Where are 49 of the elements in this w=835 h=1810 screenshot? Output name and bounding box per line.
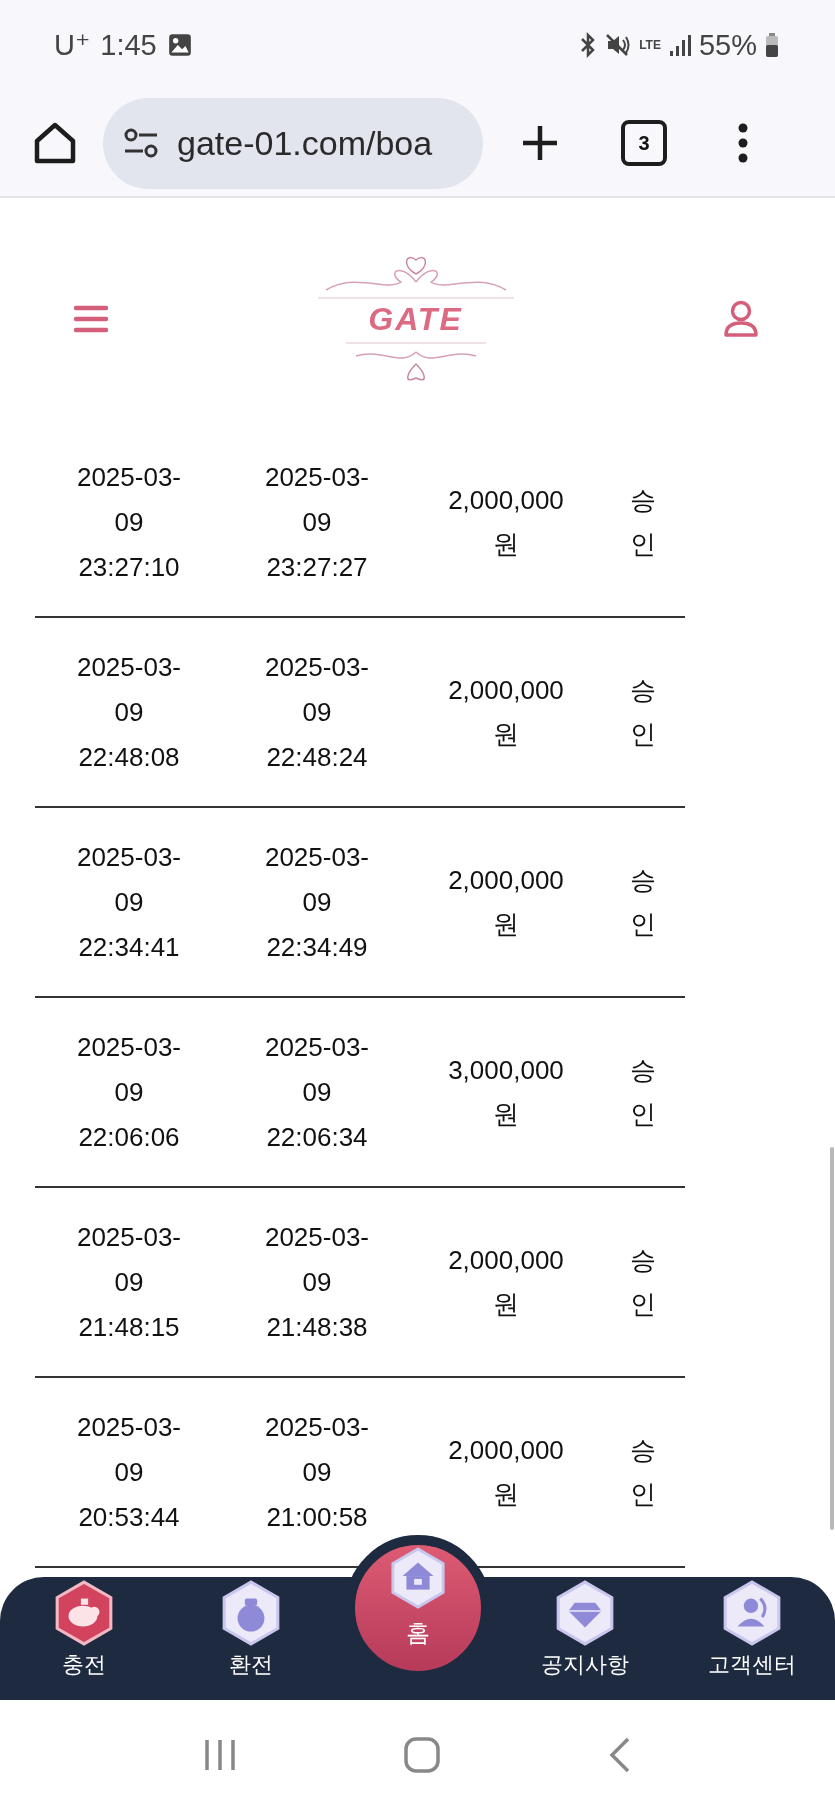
more-menu-icon[interactable] xyxy=(737,123,749,163)
house-icon xyxy=(388,1547,447,1609)
table-cell-text: 2025-03- 09 23:27:27 xyxy=(264,460,370,584)
address-bar[interactable]: gate-01.com/boa xyxy=(103,97,483,189)
table-cell-text: 승 인 xyxy=(630,864,656,941)
table-cell-text: 2025-03- 09 21:48:15 xyxy=(76,1220,182,1344)
nav-item[interactable]: 공지사항 xyxy=(540,1577,629,1680)
table-cell-text: 승 인 xyxy=(630,674,656,751)
table-cell-text: 2,000,000 원 xyxy=(448,864,564,941)
new-tab-icon[interactable] xyxy=(521,124,559,162)
table-cell-text: 2025-03- 09 22:48:24 xyxy=(264,650,370,774)
user-icon[interactable] xyxy=(723,300,759,338)
tab-count-button[interactable]: 3 xyxy=(621,120,667,166)
image-icon xyxy=(166,32,193,58)
table-cell-text: 승 인 xyxy=(630,1054,656,1131)
table-cell-text: 승 인 xyxy=(630,1434,656,1511)
scrollbar[interactable] xyxy=(830,1147,834,1530)
table-cell-text: 승 인 xyxy=(630,484,656,561)
recent-apps-icon[interactable] xyxy=(203,1738,238,1772)
back-icon[interactable] xyxy=(607,1736,632,1774)
menu-icon[interactable] xyxy=(74,305,108,333)
table-cell-text: 2,000,000 원 xyxy=(448,484,564,561)
table-cell-text: 2,000,000 원 xyxy=(448,1244,564,1321)
table-cell-text: 2025-03- 09 22:34:41 xyxy=(76,840,182,964)
nav-item[interactable]: 환전 xyxy=(219,1577,282,1680)
table-cell-text: 2025-03- 09 22:34:49 xyxy=(264,840,370,964)
nav-item[interactable]: 고객센터 xyxy=(707,1577,796,1680)
carrier-label: U⁺ xyxy=(54,28,91,62)
battery-percentage: 55% xyxy=(698,28,757,62)
mute-icon xyxy=(605,32,632,58)
signal-icon xyxy=(668,33,691,57)
table-cell-text: 3,000,000 원 xyxy=(448,1054,564,1131)
table-cell-text: 2,000,000 원 xyxy=(448,1434,564,1511)
site-settings-icon[interactable] xyxy=(123,127,159,159)
nav-item[interactable]: 충전 xyxy=(52,1577,115,1680)
clock-time: 1:45 xyxy=(100,28,157,62)
table-cell-text: 2025-03- 09 23:27:10 xyxy=(76,460,182,584)
table-cell-text: 승 인 xyxy=(630,1244,656,1321)
table-cell-text: 2025-03- 09 21:48:38 xyxy=(264,1220,370,1344)
table-cell-text: 2025-03- 09 21:00:58 xyxy=(264,1410,370,1534)
table-cell-text: 2025-03- 09 22:48:08 xyxy=(76,650,182,774)
table-cell-text: 2025-03- 09 20:53:44 xyxy=(76,1410,182,1534)
table-cell-text: 2,000,000 원 xyxy=(448,674,564,751)
battery-icon xyxy=(765,32,779,58)
home-icon[interactable] xyxy=(33,122,77,164)
home-button-icon[interactable] xyxy=(403,1736,442,1774)
table-cell-text: 2025-03- 09 22:06:06 xyxy=(76,1030,182,1154)
table-cell-text: 2025-03- 09 22:06:34 xyxy=(264,1030,370,1154)
network-label: LTE xyxy=(639,39,661,51)
